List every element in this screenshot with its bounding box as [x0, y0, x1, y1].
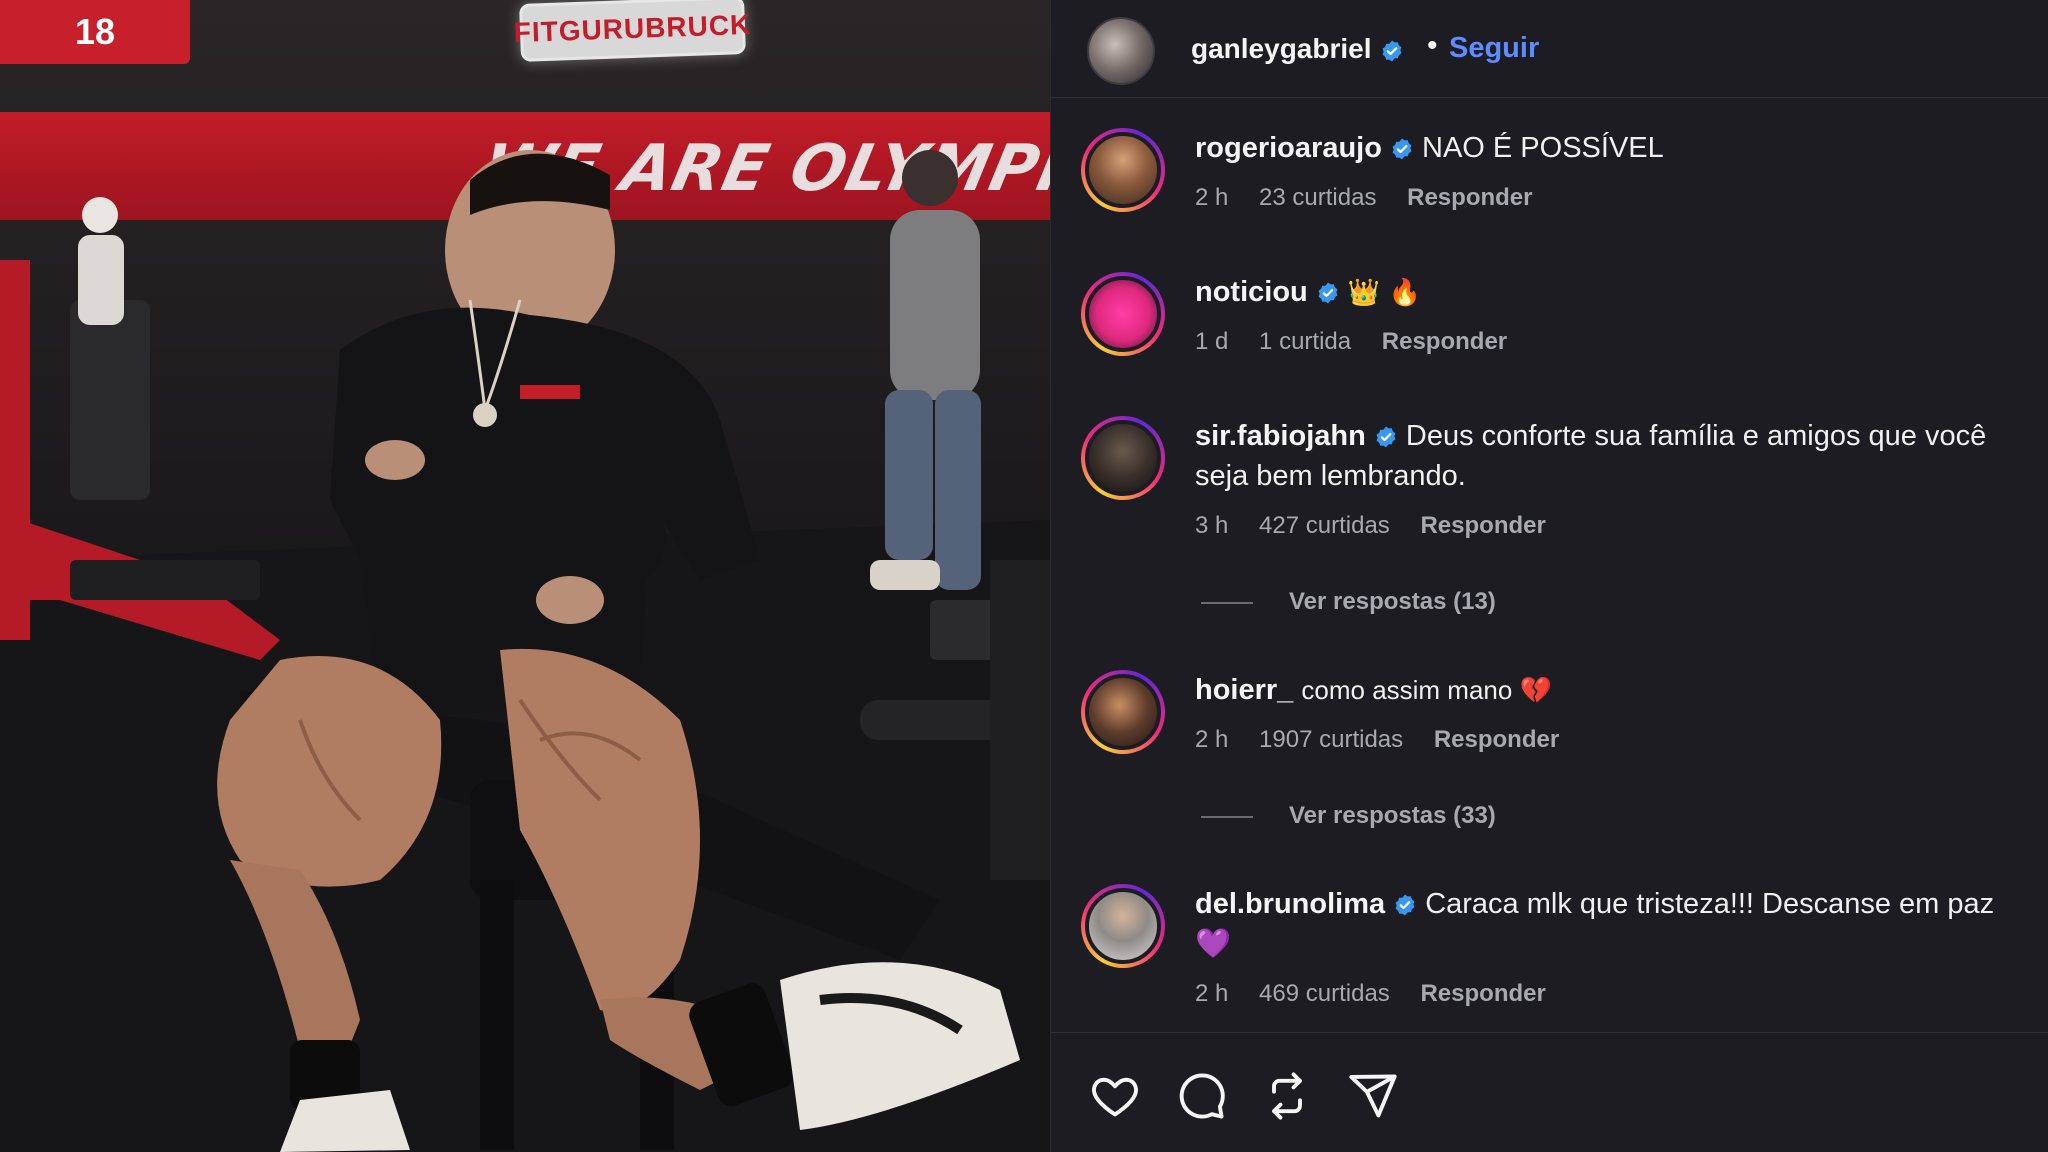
verified-badge-icon	[1318, 282, 1338, 304]
comment-meta: 3 h 427 curtidas Responder	[1195, 512, 1570, 540]
comment-time: 1 d	[1195, 328, 1229, 355]
comment-text: 👑 🔥	[1347, 278, 1421, 308]
follow-button[interactable]: Seguir	[1449, 32, 1539, 65]
share-button[interactable]	[1345, 1068, 1401, 1124]
author-avatar[interactable]	[1087, 17, 1155, 85]
reply-button[interactable]: Responder	[1420, 980, 1545, 1007]
comment-time: 2 h	[1195, 184, 1229, 211]
comment-body: rogerioaraujo NAO É POSSÍVEL	[1195, 128, 2021, 168]
post-header: ganleygabriel • Seguir	[1051, 0, 2048, 98]
author-name-row[interactable]: ganleygabriel	[1191, 33, 1404, 65]
reply-button[interactable]: Responder	[1434, 726, 1559, 753]
verified-badge-icon	[1395, 894, 1415, 916]
avatar-image	[1085, 276, 1161, 352]
verified-badge-icon	[1376, 426, 1396, 448]
commenter-avatar[interactable]	[1081, 884, 1165, 968]
reply-button[interactable]: Responder	[1420, 512, 1545, 539]
comment-username[interactable]: hoierr_	[1195, 674, 1293, 706]
commenter-avatar[interactable]	[1081, 272, 1165, 356]
comment-text: como assim mano 💔	[1301, 675, 1552, 705]
view-replies-label[interactable]: Ver respostas (13)	[1289, 588, 1496, 615]
post-photo[interactable]: 18 WE ARE OLYMPIA FITGURUBRUCK	[0, 0, 1050, 1152]
comment-button[interactable]	[1173, 1068, 1229, 1124]
avatar-image	[1085, 132, 1161, 208]
heart-icon	[1092, 1077, 1138, 1117]
comment-meta: 2 h 23 curtidas Responder	[1195, 184, 1556, 212]
comment-bubble-icon	[1179, 1073, 1225, 1119]
replies-divider	[1201, 815, 1253, 818]
comment-likes[interactable]: 469 curtidas	[1259, 980, 1390, 1007]
comment-meta: 2 h 469 curtidas Responder	[1195, 980, 1570, 1008]
view-replies-button[interactable]: Ver respostas (13)	[1201, 588, 1496, 616]
avatar-image	[1085, 674, 1161, 750]
reply-button[interactable]: Responder	[1407, 184, 1532, 211]
comment-likes[interactable]: 1907 curtidas	[1259, 726, 1403, 753]
comment-meta: 1 d 1 curtida Responder	[1195, 328, 1531, 356]
view-replies-button[interactable]: Ver respostas (33)	[1201, 802, 1496, 830]
send-icon	[1349, 1074, 1397, 1118]
reply-button[interactable]: Responder	[1382, 328, 1507, 355]
commenter-avatar[interactable]	[1081, 670, 1165, 754]
comment-body: del.brunolima Caraca mlk que tristeza!!!…	[1195, 884, 2021, 964]
comment-time: 2 h	[1195, 980, 1229, 1007]
comments-panel: ganleygabriel • Seguir rogerioaraujo NAO…	[1050, 0, 2048, 1152]
replies-divider	[1201, 601, 1253, 604]
comment-text: NAO É POSSÍVEL	[1422, 132, 1664, 164]
comment-time: 2 h	[1195, 726, 1229, 753]
comment-likes[interactable]: 1 curtida	[1259, 328, 1351, 355]
repost-button[interactable]	[1259, 1068, 1315, 1124]
comment-username[interactable]: del.brunolima	[1195, 888, 1385, 920]
commenter-avatar[interactable]	[1081, 128, 1165, 212]
verified-badge-icon	[1382, 40, 1401, 62]
commenter-avatar[interactable]	[1081, 416, 1165, 500]
comment-body: sir.fabiojahn Deus conforte sua família …	[1195, 416, 2021, 496]
comment-username[interactable]: rogerioaraujo	[1195, 132, 1382, 164]
like-button[interactable]	[1087, 1068, 1143, 1124]
comment-body: hoierr_ como assim mano 💔	[1195, 670, 2021, 710]
action-bar	[1051, 1032, 2048, 1152]
verified-badge-icon	[1392, 138, 1412, 160]
avatar-image	[1085, 888, 1161, 964]
comment-likes[interactable]: 427 curtidas	[1259, 512, 1390, 539]
comment-time: 3 h	[1195, 512, 1229, 539]
comment-body: noticiou 👑 🔥	[1195, 272, 2021, 313]
comment-likes[interactable]: 23 curtidas	[1259, 184, 1376, 211]
view-replies-label[interactable]: Ver respostas (33)	[1289, 802, 1496, 829]
photo-scene	[0, 150, 1050, 1152]
comment-username[interactable]: sir.fabiojahn	[1195, 420, 1366, 452]
repost-icon	[1272, 1072, 1302, 1120]
avatar-image	[1085, 420, 1161, 496]
comment-meta: 2 h 1907 curtidas Responder	[1195, 726, 1583, 754]
comments-list: rogerioaraujo NAO É POSSÍVEL 2 h 23 curt…	[1051, 98, 2048, 1032]
comment-username[interactable]: noticiou	[1195, 276, 1308, 308]
author-username[interactable]: ganleygabriel	[1191, 33, 1372, 64]
header-separator: •	[1427, 29, 1438, 62]
